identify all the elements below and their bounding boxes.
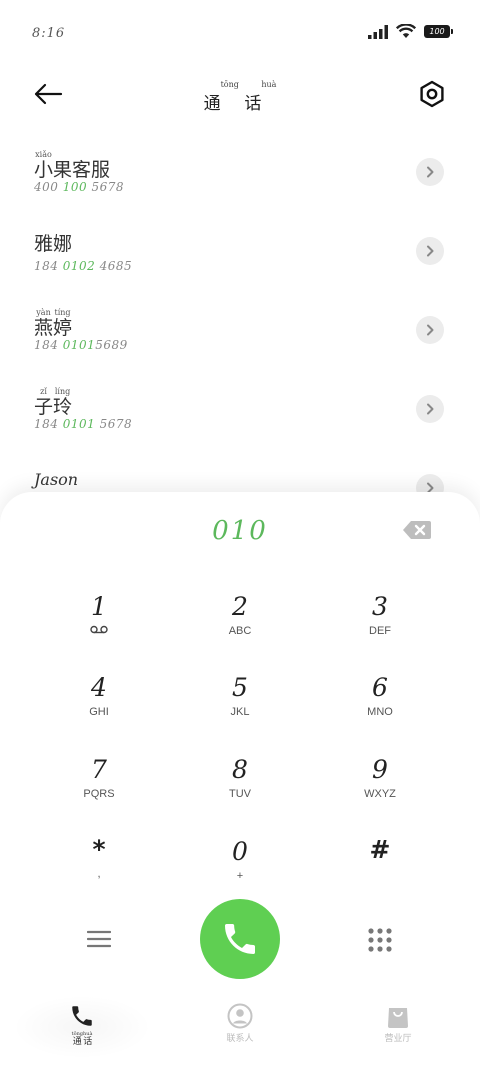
shopping-bag-icon bbox=[388, 1008, 408, 1028]
contact-name: 小xiǎo果客服 bbox=[34, 150, 111, 181]
page-title-text: 通tōng 话huà bbox=[203, 80, 277, 114]
chevron-right-icon bbox=[427, 403, 434, 415]
nav-tab-shop[interactable]: 营业厅 bbox=[328, 995, 468, 1059]
contact-number: 184 0102 4685 bbox=[34, 259, 133, 273]
contact-item[interactable]: 燕yàn婷tíng 184 01015689 bbox=[0, 298, 480, 368]
dialpad-icon bbox=[368, 928, 392, 952]
contact-item[interactable]: 子zǐ玲líng 184 0101 5678 bbox=[0, 377, 480, 447]
key-2[interactable]: 2 ABC bbox=[180, 592, 300, 662]
key-6[interactable]: 6 MNO bbox=[320, 673, 440, 743]
backspace-icon bbox=[403, 521, 431, 539]
chevron-right-icon bbox=[427, 166, 434, 178]
contact-name: Jason bbox=[34, 470, 79, 489]
key-hash[interactable]: # bbox=[320, 835, 440, 905]
nav-label: 营业厅 bbox=[384, 1034, 412, 1044]
status-icons: 100 bbox=[368, 24, 453, 39]
contact-name: 子zǐ玲líng bbox=[34, 387, 73, 418]
contact-item[interactable]: 雅娜 184 0102 4685 bbox=[0, 219, 480, 289]
key-7[interactable]: 7 PQRS bbox=[39, 755, 159, 825]
key-4[interactable]: 4 GHI bbox=[39, 673, 159, 743]
settings-button[interactable] bbox=[416, 78, 448, 110]
bottom-nav: 通tōng话huà 联系人 营业厅 bbox=[0, 995, 480, 1067]
dialpad-toggle-button[interactable] bbox=[364, 924, 396, 956]
page-title: 通tōng 话huà bbox=[0, 80, 480, 114]
chevron-right-icon bbox=[427, 245, 434, 257]
nav-label: 通tōng话huà bbox=[71, 1031, 93, 1047]
key-9[interactable]: 9 WXYZ bbox=[320, 755, 440, 825]
key-5[interactable]: 5 JKL bbox=[180, 673, 300, 743]
menu-button[interactable] bbox=[84, 924, 114, 954]
contact-detail-button[interactable] bbox=[416, 237, 444, 265]
key-1[interactable]: 1 bbox=[39, 592, 159, 662]
phone-icon bbox=[225, 924, 255, 954]
contact-detail-button[interactable] bbox=[416, 316, 444, 344]
key-3[interactable]: 3 DEF bbox=[320, 592, 440, 662]
person-icon bbox=[227, 1003, 253, 1029]
hamburger-menu-icon bbox=[87, 930, 111, 948]
key-8[interactable]: 8 TUV bbox=[180, 755, 300, 825]
voicemail-icon bbox=[90, 625, 108, 634]
contact-number: 400 100 5678 bbox=[34, 180, 124, 194]
contact-detail-button[interactable] bbox=[416, 395, 444, 423]
key-0[interactable]: 0 + bbox=[180, 837, 300, 907]
battery-icon: 100 bbox=[424, 25, 453, 38]
chevron-right-icon bbox=[427, 324, 434, 336]
nav-tab-contacts[interactable]: 联系人 bbox=[170, 995, 310, 1059]
key-star[interactable]: * , bbox=[39, 835, 159, 905]
hexagon-settings-icon bbox=[420, 80, 444, 108]
contact-number: 184 0101 5678 bbox=[34, 417, 133, 431]
contact-name: 雅娜 bbox=[34, 233, 73, 255]
contact-detail-button[interactable] bbox=[416, 158, 444, 186]
wifi-icon bbox=[396, 24, 416, 38]
signal-icon bbox=[368, 24, 388, 39]
dialer-panel: 010 1 2 ABC 3 DEF 4 GHI 5 JKL 6 MNO 7 PQ… bbox=[0, 492, 480, 1067]
contact-name: 燕yàn婷tíng bbox=[34, 308, 73, 339]
contact-item[interactable]: 小xiǎo果客服 400 100 5678 bbox=[0, 140, 480, 210]
nav-tab-calls[interactable]: 通tōng话huà bbox=[12, 995, 152, 1059]
backspace-button[interactable] bbox=[402, 520, 432, 540]
nav-label: 联系人 bbox=[226, 1034, 254, 1044]
contact-number: 184 01015689 bbox=[34, 338, 128, 352]
call-button[interactable] bbox=[200, 899, 280, 979]
status-time: 8:16 bbox=[32, 26, 66, 41]
phone-icon bbox=[72, 1006, 92, 1026]
